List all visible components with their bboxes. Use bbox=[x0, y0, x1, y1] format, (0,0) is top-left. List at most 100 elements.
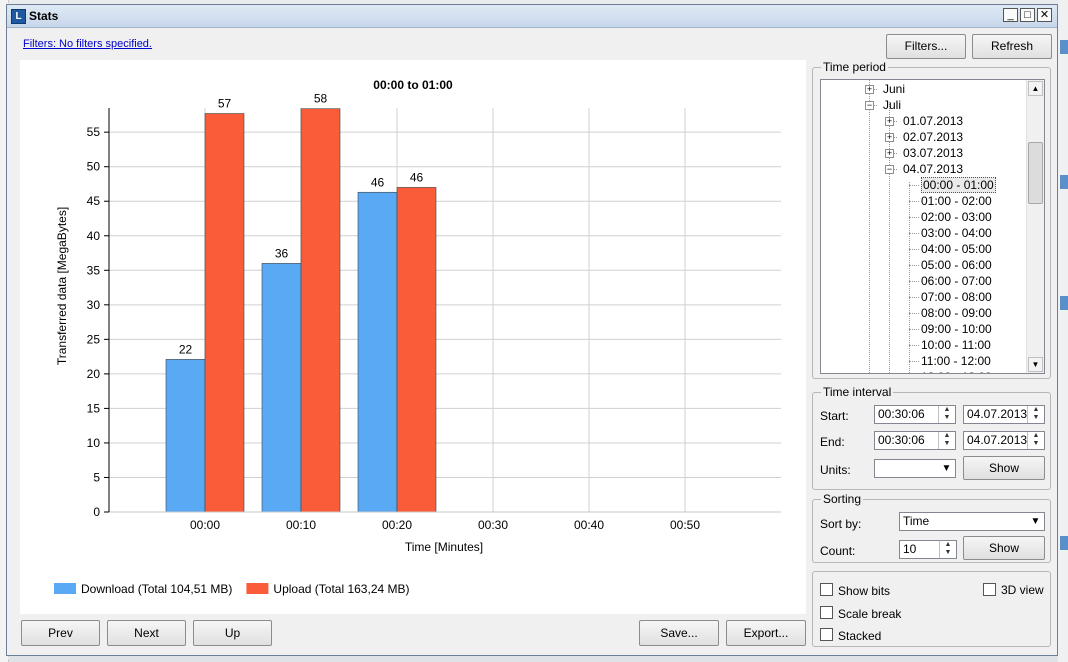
legend-swatch bbox=[54, 583, 76, 594]
collapse-icon[interactable]: − bbox=[865, 101, 874, 110]
chevron-down-icon[interactable]: ▼ bbox=[1027, 513, 1044, 530]
bar-upload[interactable] bbox=[300, 108, 341, 513]
window-title: Stats bbox=[29, 9, 59, 23]
background-window-edge-right bbox=[1058, 0, 1068, 662]
units-select[interactable]: ▼ bbox=[874, 459, 956, 478]
background-marker bbox=[1060, 296, 1068, 310]
scroll-up-arrow[interactable]: ▲ bbox=[1028, 81, 1043, 96]
interval-show-button[interactable]: Show bbox=[963, 456, 1045, 480]
bar-download[interactable] bbox=[357, 191, 398, 513]
show-bits-checkbox[interactable] bbox=[820, 583, 833, 596]
expand-icon[interactable]: + bbox=[885, 149, 894, 158]
end-date-value: 04.07.2013 bbox=[967, 433, 1028, 447]
tree-connector bbox=[909, 249, 919, 250]
stacked-checkbox[interactable] bbox=[820, 628, 833, 641]
expand-icon[interactable]: + bbox=[885, 117, 894, 126]
bar-value-label: 22 bbox=[179, 342, 193, 356]
tree-connector bbox=[909, 361, 919, 362]
time-interval-group: Time interval Start: 00:30:06 ▲ ▼ 04.07.20… bbox=[812, 385, 1051, 490]
bar-value-label: 57 bbox=[218, 97, 232, 111]
legend-label: Download (Total 104,51 MB) bbox=[81, 582, 232, 596]
count-field[interactable]: 10 ▲ ▼ bbox=[899, 540, 957, 559]
start-date-spinner[interactable]: ▲ ▼ bbox=[1027, 406, 1044, 423]
start-date-field[interactable]: 04.07.2013 ▲ ▼ bbox=[963, 405, 1045, 424]
tree-node[interactable]: 03:00 - 04:00 bbox=[921, 225, 992, 241]
filters-link[interactable]: Filters: No filters specified. bbox=[23, 38, 152, 50]
sort-by-select[interactable]: Time ▼ bbox=[899, 512, 1045, 531]
time-period-label: Time period bbox=[821, 60, 888, 74]
tree-node[interactable]: 05:00 - 06:00 bbox=[921, 257, 992, 273]
3d-view-label: 3D view bbox=[1001, 583, 1044, 597]
tree-node[interactable]: 06:00 - 07:00 bbox=[921, 273, 992, 289]
bar-value-label: 58 bbox=[314, 92, 328, 106]
save-button[interactable]: Save... bbox=[639, 620, 719, 646]
time-period-group: Time period ▲ ▼ + Juni − Juli +01.07.2013 +02… bbox=[812, 60, 1051, 379]
expand-icon[interactable]: + bbox=[865, 85, 874, 94]
maximize-button[interactable]: □ bbox=[1020, 8, 1035, 22]
tree-connector bbox=[909, 217, 919, 218]
3d-view-checkbox[interactable] bbox=[983, 583, 996, 596]
scroll-thumb[interactable] bbox=[1028, 142, 1043, 204]
tree-connector bbox=[909, 233, 919, 234]
tree-node[interactable]: 09:00 - 10:00 bbox=[921, 321, 992, 337]
tree-node[interactable]: 11:00 - 12:00 bbox=[921, 353, 991, 369]
count-spinner[interactable]: ▲ ▼ bbox=[939, 541, 956, 558]
close-button[interactable]: ✕ bbox=[1037, 8, 1052, 22]
tree-node[interactable]: Juni bbox=[883, 81, 905, 97]
x-axis-label: Time [Minutes] bbox=[405, 540, 483, 554]
tree-node[interactable]: 08:00 - 09:00 bbox=[921, 305, 992, 321]
tree-node[interactable]: 12:00 - 13:00 bbox=[921, 369, 992, 373]
scale-break-checkbox[interactable] bbox=[820, 606, 833, 619]
prev-button[interactable]: Prev bbox=[21, 620, 100, 646]
end-date-spinner[interactable]: ▲ ▼ bbox=[1027, 432, 1044, 449]
tree-node[interactable]: Juli bbox=[883, 97, 901, 113]
bar-upload[interactable] bbox=[396, 187, 437, 513]
bar-value-label: 46 bbox=[371, 175, 385, 189]
minimize-button[interactable]: _ bbox=[1003, 8, 1018, 22]
end-time-field[interactable]: 00:30:06 ▲ ▼ bbox=[874, 431, 956, 450]
tree-scrollbar[interactable]: ▲ ▼ bbox=[1026, 80, 1044, 373]
tree-connector bbox=[909, 345, 919, 346]
background-marker bbox=[1060, 536, 1068, 550]
chevron-down-icon[interactable]: ▼ bbox=[938, 460, 955, 477]
collapse-icon[interactable]: − bbox=[885, 165, 894, 174]
start-time-field[interactable]: 00:30:06 ▲ ▼ bbox=[874, 405, 956, 424]
tree-node[interactable]: 02.07.2013 bbox=[903, 129, 963, 145]
title-bar[interactable]: L Stats _ □ ✕ bbox=[7, 5, 1057, 28]
y-tick-label: 20 bbox=[87, 367, 101, 381]
tree-node[interactable]: 02:00 - 03:00 bbox=[921, 209, 992, 225]
expand-icon[interactable]: + bbox=[885, 133, 894, 142]
end-time-value: 00:30:06 bbox=[878, 433, 925, 447]
tree-node[interactable]: 00:00 - 01:00 bbox=[921, 177, 996, 193]
next-button[interactable]: Next bbox=[107, 620, 186, 646]
time-period-tree[interactable]: ▲ ▼ + Juni − Juli +01.07.2013 +02.07.2013 +03.… bbox=[820, 79, 1045, 374]
filters-button[interactable]: Filters... bbox=[886, 34, 966, 59]
sorting-show-button[interactable]: Show bbox=[963, 536, 1045, 560]
scale-break-label: Scale break bbox=[838, 607, 902, 621]
up-button[interactable]: Up bbox=[193, 620, 272, 646]
tree-node[interactable]: 04:00 - 05:00 bbox=[921, 241, 992, 257]
y-tick-label: 25 bbox=[87, 332, 101, 346]
y-tick-label: 45 bbox=[87, 194, 101, 208]
bar-value-label: 46 bbox=[410, 170, 424, 184]
refresh-button[interactable]: Refresh bbox=[972, 34, 1052, 59]
tree-node[interactable]: 10:00 - 11:00 bbox=[921, 337, 991, 353]
background-marker bbox=[1060, 40, 1068, 54]
tree-connector bbox=[889, 102, 890, 373]
tree-node[interactable]: 01:00 - 02:00 bbox=[921, 193, 992, 209]
end-time-spinner[interactable]: ▲ ▼ bbox=[938, 432, 955, 449]
start-time-spinner[interactable]: ▲ ▼ bbox=[938, 406, 955, 423]
tree-node[interactable]: 03.07.2013 bbox=[903, 145, 963, 161]
end-date-field[interactable]: 04.07.2013 ▲ ▼ bbox=[963, 431, 1045, 450]
bar-download[interactable] bbox=[165, 359, 206, 513]
count-label: Count: bbox=[820, 544, 856, 558]
stats-window: L Stats _ □ ✕ Filters: No filters specif… bbox=[6, 4, 1058, 656]
tree-node[interactable]: 01.07.2013 bbox=[903, 113, 963, 129]
bar-upload[interactable] bbox=[204, 113, 245, 513]
tree-node[interactable]: 04.07.2013 bbox=[903, 161, 963, 177]
bar-value-label: 36 bbox=[275, 246, 289, 260]
export-button[interactable]: Export... bbox=[726, 620, 806, 646]
tree-node[interactable]: 07:00 - 08:00 bbox=[921, 289, 992, 305]
scroll-down-arrow[interactable]: ▼ bbox=[1028, 357, 1043, 372]
bar-download[interactable] bbox=[261, 263, 302, 513]
